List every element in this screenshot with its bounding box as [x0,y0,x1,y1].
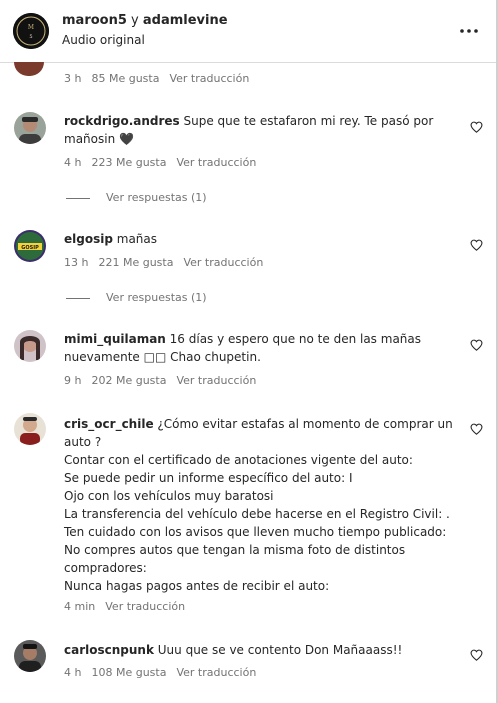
comment-time: 3 h [64,72,82,85]
account-primary-link[interactable]: maroon5 [62,13,127,28]
comment-time: 4 h [64,666,82,679]
audio-header: M 5 maroon5 y adamlevine Audio original [0,0,496,63]
replies-line [66,197,90,199]
comment-meta: 13 h 221 Me gusta Ver traducción [64,256,273,269]
comment-likes[interactable]: 221 Me gusta [98,256,173,269]
avatar[interactable] [14,330,46,362]
like-heart-icon[interactable] [470,121,483,133]
avatar[interactable]: GOSIP [14,230,46,262]
cris-avatar-image [14,413,46,445]
account-secondary-link[interactable]: adamlevine [143,13,228,28]
translate-link[interactable]: Ver traducción [176,666,256,679]
comment-username[interactable]: mimi_quilaman [64,332,166,346]
avatar[interactable] [14,640,46,672]
comment-likes[interactable]: 85 Me gusta [91,72,159,85]
comment-time: 13 h [64,256,89,269]
comment-text: rockdrigo.andres Supe que te estafaron m… [64,112,460,148]
translate-link[interactable]: Ver traducción [176,156,256,169]
view-replies-label: Ver respuestas (1) [106,291,207,304]
comment-meta: 4 h 223 Me gusta Ver traducción [64,156,266,169]
comment-likes[interactable]: 202 Me gusta [91,374,166,387]
replies-line [66,297,90,299]
svg-text:GOSIP: GOSIP [21,245,39,251]
comment-meta: 4 h 108 Me gusta Ver traducción [64,666,266,679]
comment-time: 4 min [64,600,96,613]
audio-subtitle[interactable]: Audio original [62,33,145,47]
rockdrigo-avatar-image [14,112,46,144]
svg-text:M: M [28,24,34,31]
comment-meta: 9 h 202 Me gusta Ver traducción [64,374,266,387]
comment-time: 4 h [64,156,82,169]
header-accounts: maroon5 y adamlevine [62,13,228,28]
like-heart-icon[interactable] [470,239,483,251]
comment-likes[interactable]: 108 Me gusta [91,666,166,679]
comment-text: cris_ocr_chile ¿Cómo evitar estafas al m… [64,415,460,595]
view-replies-button[interactable]: Ver respuestas (1) [66,191,207,204]
comment-username[interactable]: elgosip [64,232,113,246]
like-heart-icon[interactable] [470,649,483,661]
avatar[interactable] [14,413,46,445]
avatar[interactable] [14,112,46,144]
comment-body: ¿Cómo evitar estafas al momento de compr… [64,417,453,593]
comment-username[interactable]: rockdrigo.andres [64,114,180,128]
svg-text:5: 5 [29,34,32,40]
view-replies-button[interactable]: Ver respuestas (1) [66,291,207,304]
comment-meta: 4 min Ver traducción [64,600,195,613]
translate-link[interactable]: Ver traducción [176,374,256,387]
like-heart-icon[interactable] [470,423,483,435]
mimi-avatar-image [14,330,46,362]
comment-likes[interactable]: 223 Me gusta [91,156,166,169]
avatar[interactable] [14,62,44,76]
comment-text: mimi_quilaman 16 días y espero que no te… [64,330,460,366]
view-replies-label: Ver respuestas (1) [106,191,207,204]
comment-username[interactable]: carloscnpunk [64,643,154,657]
maroon5-logo-icon: M 5 [13,13,49,49]
translate-link[interactable]: Ver traducción [169,72,249,85]
comment-body: mañas [112,232,158,246]
accounts-joiner: y [126,13,143,28]
comment-text: elgosip mañas [64,230,460,248]
comment-body: Uuu que se ve contento Don Mañaaass!! [153,643,403,657]
elgosip-avatar-image: GOSIP [14,230,46,262]
like-heart-icon[interactable] [470,339,483,351]
comment-meta: 3 h 85 Me gusta Ver traducción [64,72,259,85]
comment-time: 9 h [64,374,82,387]
more-horizontal-icon[interactable] [458,22,480,40]
translate-link[interactable]: Ver traducción [105,600,185,613]
carloscnpunk-avatar-image [14,640,46,672]
comment-username[interactable]: cris_ocr_chile [64,417,154,431]
translate-link[interactable]: Ver traducción [183,256,263,269]
maroon5-avatar[interactable]: M 5 [13,13,49,49]
comment-text: carloscnpunk Uuu que se ve contento Don … [64,641,460,659]
